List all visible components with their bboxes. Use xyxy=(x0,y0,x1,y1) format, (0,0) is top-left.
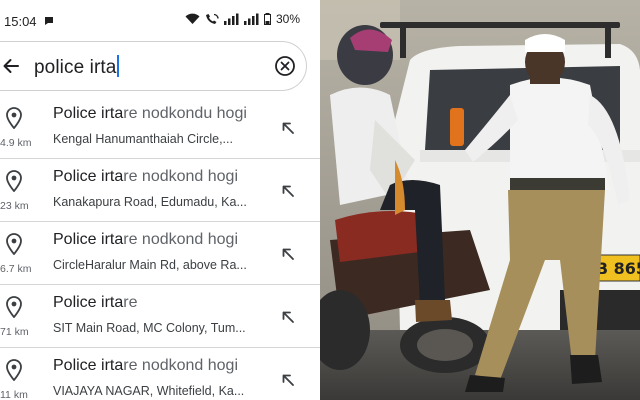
status-time: 15:04 xyxy=(4,14,37,29)
maps-search-screen: 15:04 30% police irta 4.9 km Police irta… xyxy=(0,0,320,400)
title-typed-part: Police irta xyxy=(53,231,124,248)
suggestion-title: Police irtare nodkond hogi xyxy=(53,231,238,249)
suggestion-distance: 11 km xyxy=(0,389,28,400)
pin-icon xyxy=(5,107,23,130)
suggestion-row[interactable]: 23 km Police irtare nodkond hogi Kanakapur… xyxy=(0,159,320,222)
suggestion-title: Police irtare xyxy=(53,294,137,312)
title-typed-part: Police irta xyxy=(53,105,124,122)
suggestion-row[interactable]: 71 km Police irtare SIT Main Road, MC Colo… xyxy=(0,285,320,348)
battery-icon xyxy=(263,13,271,25)
fill-arrow-icon[interactable] xyxy=(281,310,295,324)
pin-icon xyxy=(5,170,23,193)
wifi-icon xyxy=(185,13,200,25)
text-caret xyxy=(117,55,119,77)
message-icon xyxy=(44,14,54,25)
pin-icon xyxy=(5,359,23,382)
title-rest-part: re nodkond hogi xyxy=(123,357,239,374)
suggestion-distance: 4.9 km xyxy=(0,137,32,149)
fill-arrow-icon[interactable] xyxy=(281,247,295,261)
pin-icon xyxy=(5,233,23,256)
search-bar[interactable]: police irta xyxy=(0,41,307,91)
suggestion-address: CircleHaralur Main Rd, above Ra... xyxy=(53,258,247,272)
search-query: police irta xyxy=(34,57,117,78)
title-typed-part: Police irta xyxy=(53,168,124,185)
vowifi-icon xyxy=(204,13,220,25)
battery-percent: 30% xyxy=(275,12,300,26)
title-rest-part: re nodkond hogi xyxy=(123,231,239,248)
suggestion-address: VIAJAYA NAGAR, Whitefield, Ka... xyxy=(53,384,245,398)
signal-icon-2 xyxy=(243,13,260,25)
suggestion-row[interactable]: 6.7 km Police irtare nodkond hogi CircleHa… xyxy=(0,222,320,285)
suggestion-address: SIT Main Road, MC Colony, Tum... xyxy=(53,321,246,335)
suggestion-address: Kanakapura Road, Edumadu, Ka... xyxy=(53,195,247,209)
suggestion-distance: 71 km xyxy=(0,326,29,338)
clear-icon[interactable] xyxy=(274,55,296,77)
status-icons: 30% xyxy=(185,12,300,26)
suggestion-title: Police irtare nodkondu hogi xyxy=(53,105,247,123)
suggestion-list: 4.9 km Police irtare nodkondu hogi Kengal … xyxy=(0,96,320,400)
back-arrow-icon[interactable] xyxy=(0,55,22,77)
title-typed-part: Police irta xyxy=(53,294,124,311)
search-input[interactable]: police irta xyxy=(34,55,119,79)
title-rest-part: re nodkond hogi xyxy=(123,168,239,185)
status-bar: 15:04 30% xyxy=(0,0,320,40)
signal-icon xyxy=(223,13,240,25)
news-photo: 06 B 8659 xyxy=(320,0,640,400)
suggestion-address: Kengal Hanumanthaiah Circle,... xyxy=(53,132,233,146)
suggestion-title: Police irtare nodkond hogi xyxy=(53,357,238,375)
title-typed-part: Police irta xyxy=(53,357,124,374)
pin-icon xyxy=(5,296,23,319)
fill-arrow-icon[interactable] xyxy=(281,121,295,135)
suggestion-distance: 23 km xyxy=(0,200,29,212)
fill-arrow-icon[interactable] xyxy=(281,373,295,387)
title-rest-part: re nodkondu hogi xyxy=(123,105,247,122)
suggestion-title: Police irtare nodkond hogi xyxy=(53,168,238,186)
suggestion-row[interactable]: 4.9 km Police irtare nodkondu hogi Kengal … xyxy=(0,96,320,159)
title-rest-part: re xyxy=(123,294,138,311)
fill-arrow-icon[interactable] xyxy=(281,184,295,198)
suggestion-distance: 6.7 km xyxy=(0,263,32,275)
suggestion-row[interactable]: 11 km Police irtare nodkond hogi VIAJAYA N… xyxy=(0,348,320,400)
